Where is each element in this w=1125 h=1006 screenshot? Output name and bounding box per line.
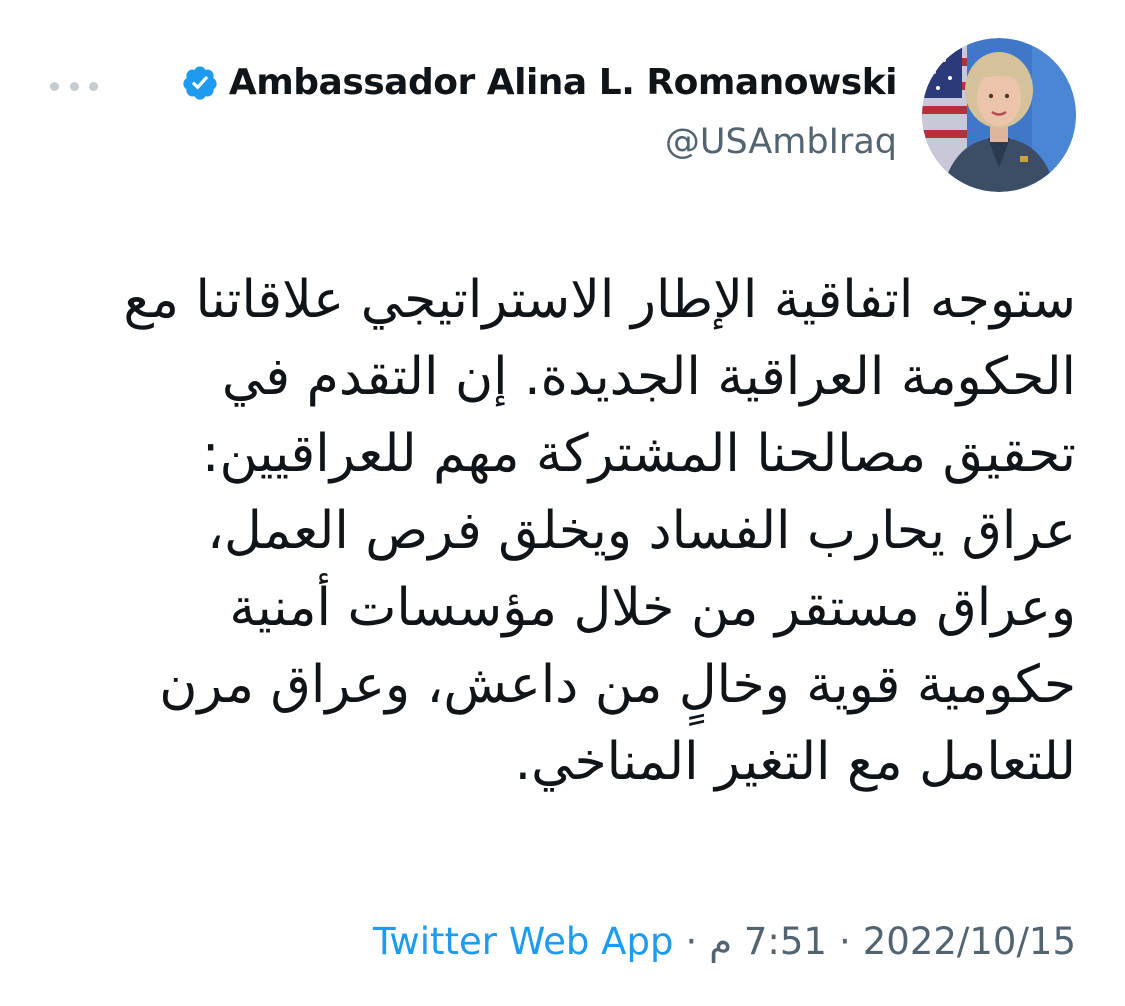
author-avatar[interactable] <box>922 38 1076 192</box>
source-link[interactable]: Twitter Web App <box>373 920 673 963</box>
tweet-meta: Twitter Web App · 7:51 م · 2022/10/15 <box>373 920 1076 963</box>
author-display-name[interactable]: Ambassador Alina L. Romanowski <box>229 62 898 103</box>
author-handle[interactable]: @USAmbIraq <box>665 122 897 162</box>
tweet-text-line: تحقيق مصالحنا المشتركة مهم للعراقيين: <box>201 424 1076 484</box>
tweet-text-line: عراق يحارب الفساد ويخلق فرص العمل، <box>207 501 1076 561</box>
tweet-date[interactable]: 2022/10/15 <box>863 920 1076 963</box>
tweet-text-line: حكومية قوية وخالٍ من داعش، وعراق مرن <box>159 655 1076 715</box>
meta-separator: · <box>838 920 851 963</box>
tweet-text: ستوجه اتفاقية الإطار الاستراتيجي علاقاتن… <box>50 262 1076 801</box>
tweet-text-line: للتعامل مع التغير المناخي. <box>514 732 1076 792</box>
profile-photo-icon <box>922 38 1076 192</box>
meta-separator: · <box>685 920 698 963</box>
author-name-row[interactable]: Ambassador Alina L. Romanowski <box>181 62 898 103</box>
more-options-icon[interactable] <box>50 78 98 94</box>
tweet-card: Ambassador Alina L. Romanowski @USAmbIra… <box>0 0 1125 1006</box>
tweet-text-line: الحكومة العراقية الجديدة. إن التقدم في <box>221 347 1076 407</box>
tweet-time[interactable]: 7:51 م <box>709 920 827 963</box>
verified-badge-icon <box>183 65 217 100</box>
tweet-text-line: ستوجه اتفاقية الإطار الاستراتيجي علاقاتن… <box>123 270 1076 330</box>
tweet-text-line: وعراق مستقر من خلال مؤسسات أمنية <box>229 578 1076 638</box>
